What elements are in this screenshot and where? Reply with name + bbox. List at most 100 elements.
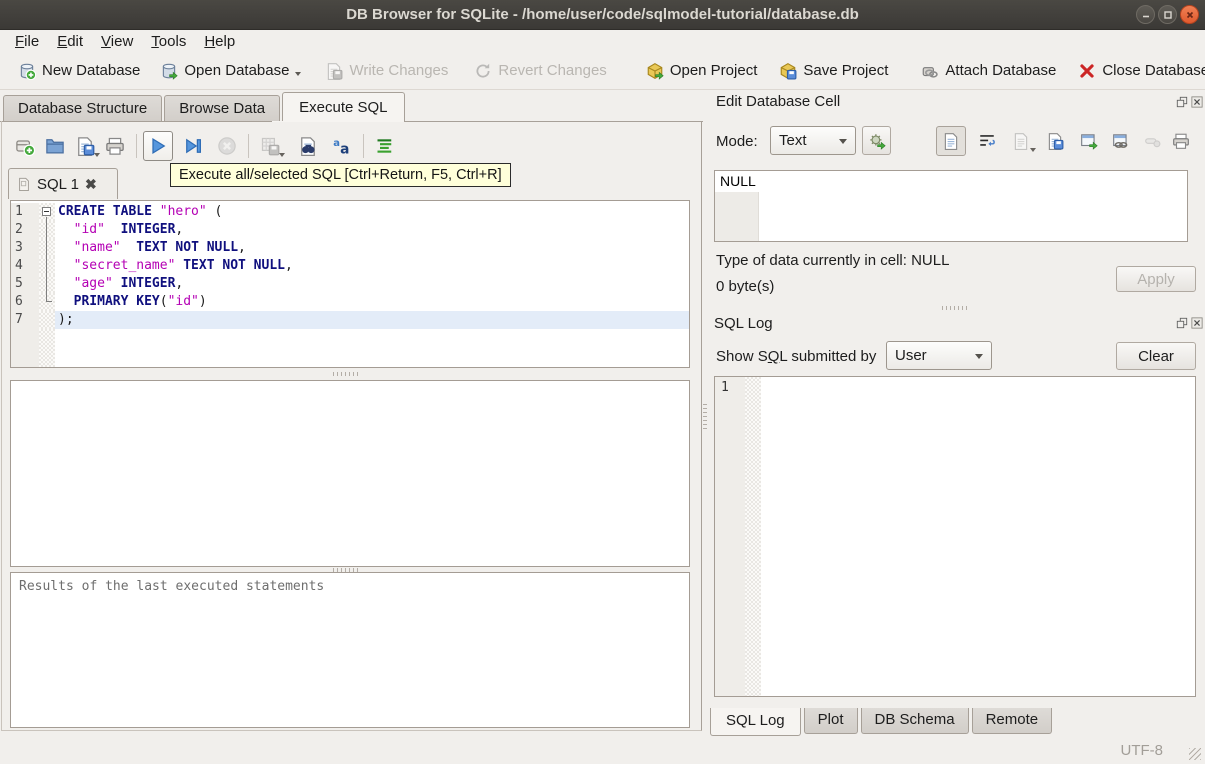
close-button[interactable] [1180, 5, 1199, 24]
fold-margin[interactable] [39, 221, 55, 239]
sql-editor-tab-label: SQL 1 [37, 175, 79, 193]
write-changes-button: Write Changes [319, 58, 454, 84]
code-line[interactable]: 6 PRIMARY KEY("id") [11, 293, 689, 311]
printer-icon [106, 137, 124, 155]
new-database-button[interactable]: New Database [12, 58, 146, 84]
fold-toggle-icon[interactable] [42, 207, 51, 216]
print-sql-button[interactable] [100, 131, 130, 161]
apply-button: Apply [1116, 266, 1196, 292]
cell-text-mode-button[interactable] [936, 126, 966, 156]
fold-margin[interactable] [39, 257, 55, 275]
log-filter-combobox[interactable]: User [886, 341, 992, 370]
line-number: 2 [11, 221, 39, 239]
splitter-handle[interactable] [333, 372, 359, 376]
code-text[interactable]: PRIMARY KEY("id") [55, 293, 689, 311]
new-sql-tab-button[interactable] [10, 131, 40, 161]
results-message-panel[interactable]: Results of the last executed statements [10, 572, 690, 728]
cell-open-in-app-button[interactable] [1074, 126, 1104, 156]
dock-close-button[interactable] [1191, 96, 1203, 108]
fold-margin[interactable] [39, 275, 55, 293]
close-database-button[interactable]: Close Database [1072, 58, 1205, 84]
cell-print-button[interactable] [1166, 126, 1196, 156]
dock-tab-db-schema[interactable]: DB Schema [860, 708, 969, 734]
clear-log-button[interactable]: Clear [1116, 342, 1196, 370]
tab-database-structure[interactable]: Database Structure [3, 95, 163, 122]
code-line[interactable]: 5 "age" INTEGER, [11, 275, 689, 293]
save-sql-file-button[interactable] [70, 131, 100, 161]
attach-database-button[interactable]: Attach Database [915, 58, 1062, 84]
sql-editor-tab[interactable]: SQL 1 ✖ [8, 168, 118, 199]
app-window: DB Browser for SQLite - /home/user/code/… [0, 0, 1205, 764]
title-bar[interactable]: DB Browser for SQLite - /home/user/code/… [0, 0, 1205, 30]
execute-all-icon [152, 138, 166, 154]
save-project-button[interactable]: Save Project [773, 58, 894, 84]
auto-mode-button[interactable] [862, 126, 891, 155]
encoding-indicator[interactable]: UTF-8 [1121, 742, 1164, 759]
menu-bar: File Edit View Tools Help [0, 30, 1205, 52]
code-text[interactable]: "name" TEXT NOT NULL, [55, 239, 689, 257]
code-text[interactable]: CREATE TABLE "hero" ( [55, 203, 689, 221]
tab-browse-data[interactable]: Browse Data [164, 95, 281, 122]
line-number: 4 [11, 257, 39, 275]
save-results-button [255, 131, 285, 161]
code-text[interactable]: "age" INTEGER, [55, 275, 689, 293]
dock-tab-remote[interactable]: Remote [971, 708, 1053, 734]
open-file-icon [46, 139, 64, 154]
dock-tab-sql-log[interactable]: SQL Log [710, 708, 801, 736]
open-database-icon [163, 63, 178, 79]
dock-close-button[interactable] [1191, 317, 1203, 329]
find-button[interactable] [293, 131, 323, 161]
close-database-icon [1080, 63, 1094, 78]
results-grid[interactable] [10, 380, 690, 567]
sql-code-editor[interactable]: 1 CREATE TABLE "hero" ( 2 "id" INTEGER, … [10, 200, 690, 368]
sql-log-view[interactable]: 1 [714, 376, 1196, 697]
line-number: 7 [11, 311, 39, 329]
line-number: 5 [11, 275, 39, 293]
tab-execute-sql[interactable]: Execute SQL [282, 92, 405, 122]
open-sql-file-button[interactable] [40, 131, 70, 161]
autocomplete-button[interactable]: aa [327, 131, 357, 161]
menu-file[interactable]: File [6, 32, 48, 51]
resize-grip[interactable] [1189, 748, 1201, 760]
code-line[interactable]: 1 CREATE TABLE "hero" ( [11, 203, 689, 221]
code-text[interactable]: "id" INTEGER, [55, 221, 689, 239]
dock-float-button[interactable] [1176, 317, 1188, 329]
menu-help[interactable]: Help [195, 32, 244, 51]
cell-word-wrap-button[interactable] [972, 126, 1002, 156]
cell-editor[interactable]: NULL [714, 170, 1188, 242]
code-text[interactable]: "secret_name" TEXT NOT NULL, [55, 257, 689, 275]
maximize-button[interactable] [1158, 5, 1177, 24]
menu-tools[interactable]: Tools [142, 32, 195, 51]
open-database-dropdown-icon[interactable] [295, 72, 302, 79]
minimize-button[interactable] [1136, 5, 1155, 24]
dock-tab-plot[interactable]: Plot [803, 708, 858, 734]
execute-line-button[interactable] [178, 131, 208, 161]
menu-view[interactable]: View [92, 32, 142, 51]
sql-toolbar: aa [10, 129, 400, 163]
dock-splitter-handle[interactable] [703, 404, 707, 430]
code-line[interactable]: 4 "secret_name" TEXT NOT NULL, [11, 257, 689, 275]
menu-edit[interactable]: Edit [48, 32, 92, 51]
dock-close-icon [1191, 317, 1203, 329]
code-line-current[interactable]: 7 ); [11, 311, 689, 329]
fold-margin[interactable] [39, 311, 55, 329]
open-project-button[interactable]: Open Project [640, 58, 764, 84]
revert-changes-icon [476, 63, 490, 78]
autocomplete-icon: aa [333, 138, 349, 156]
format-sql-button[interactable] [370, 131, 400, 161]
fold-margin[interactable] [39, 293, 55, 311]
code-text[interactable]: ); [55, 311, 689, 329]
code-line[interactable]: 2 "id" INTEGER, [11, 221, 689, 239]
execute-all-button[interactable] [143, 131, 173, 161]
gear-arrow-icon [869, 133, 885, 149]
dock-float-button[interactable] [1176, 96, 1188, 108]
dock-section-splitter[interactable] [942, 306, 968, 310]
open-database-button[interactable]: Open Database [154, 58, 307, 84]
cell-link-button[interactable] [1106, 126, 1136, 156]
fold-margin[interactable] [39, 239, 55, 257]
maximize-icon [1163, 10, 1172, 19]
close-tab-icon[interactable]: ✖ [85, 176, 97, 193]
cell-export-button[interactable] [1040, 126, 1070, 156]
code-line[interactable]: 3 "name" TEXT NOT NULL, [11, 239, 689, 257]
mode-combobox[interactable]: Text [770, 126, 856, 155]
